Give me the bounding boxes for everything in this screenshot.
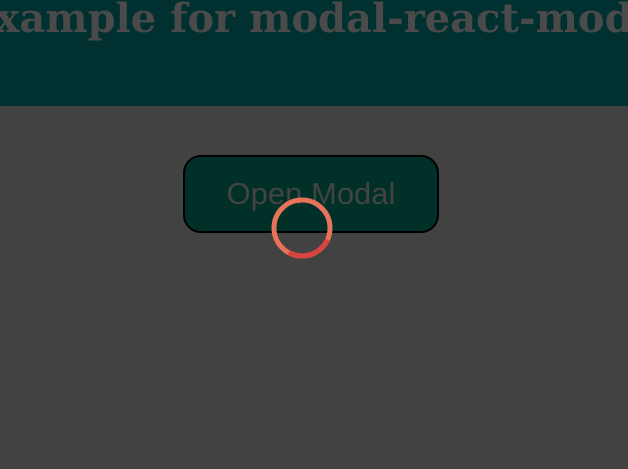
loading-spinner-icon (271, 197, 333, 259)
page-header: Example for modal-react-module (0, 0, 628, 106)
spinner-arc (287, 238, 330, 259)
page-title: Example for modal-react-module (0, 0, 628, 42)
